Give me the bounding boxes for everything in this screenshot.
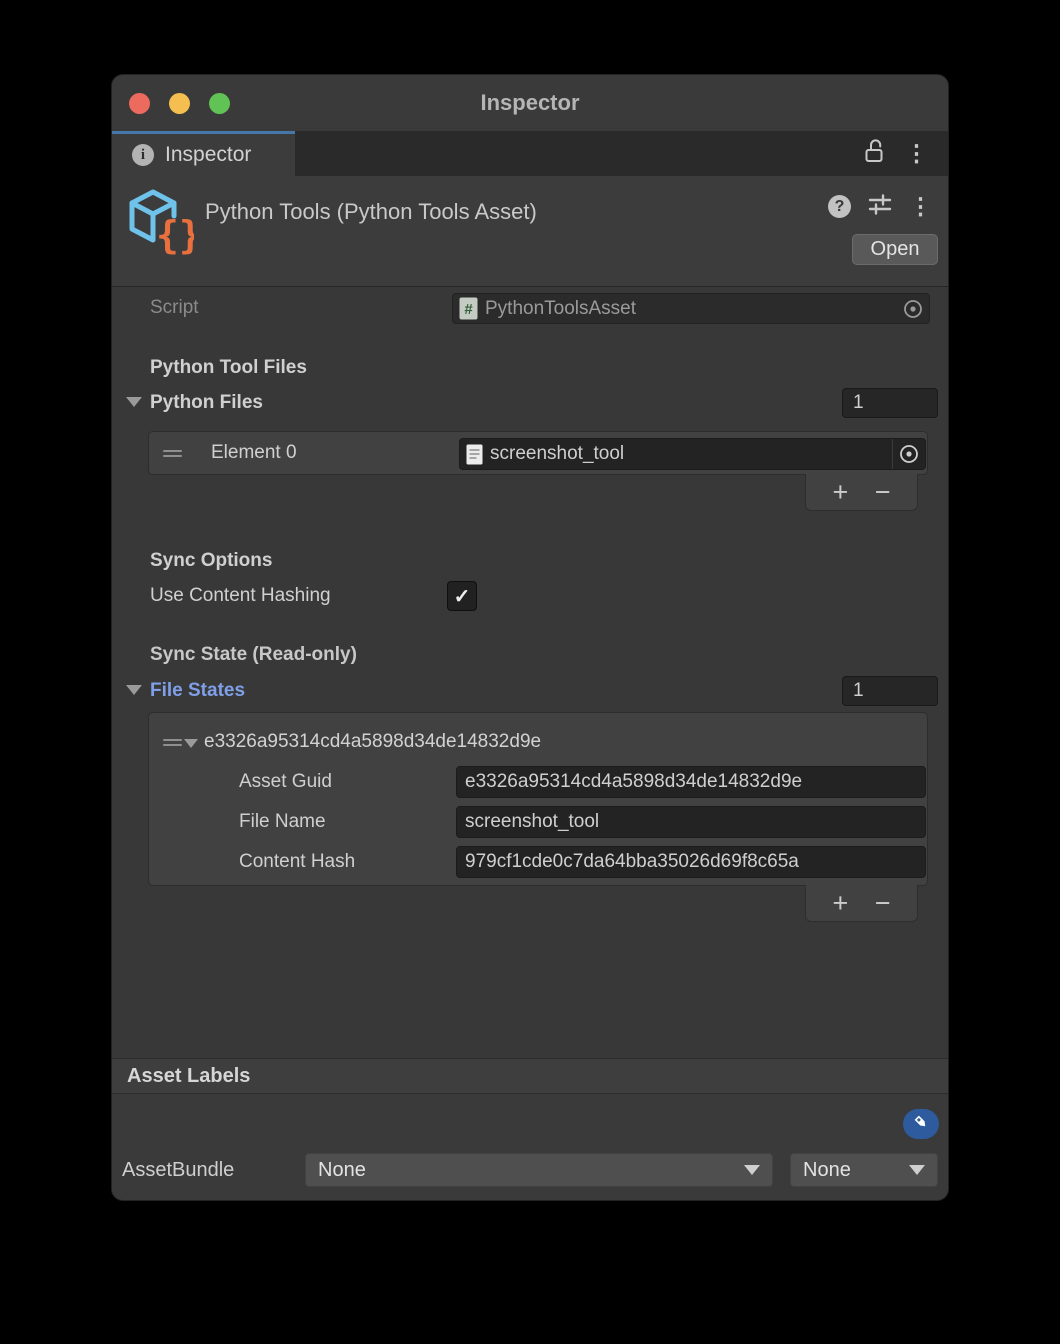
- tab-menu-kebab-icon[interactable]: ⋮: [905, 142, 928, 165]
- object-picker-icon[interactable]: [892, 439, 925, 469]
- file-state-header-row[interactable]: e3326a95314cd4a5898d34de14832d9e: [163, 731, 541, 753]
- file-state-guid-header: e3326a95314cd4a5898d34de14832d9e: [204, 731, 541, 753]
- script-label: Script: [150, 293, 199, 323]
- tab-label: Inspector: [165, 143, 251, 167]
- asset-guid-field[interactable]: e3326a95314cd4a5898d34de14832d9e: [456, 766, 926, 798]
- svg-text:#: #: [464, 301, 473, 318]
- presets-icon[interactable]: [868, 192, 892, 221]
- help-icon[interactable]: ?: [828, 195, 851, 218]
- inspector-window: Inspector i Inspector ⋮: [112, 75, 948, 1200]
- desktop: { "window": { "title": "Inspector" }, "t…: [0, 0, 1060, 1344]
- file-name-label: File Name: [239, 806, 326, 838]
- add-label-button[interactable]: [903, 1109, 939, 1139]
- file-states-foldout-icon[interactable]: [126, 685, 142, 695]
- info-icon: i: [132, 144, 154, 166]
- unlock-icon[interactable]: [863, 139, 885, 168]
- file-states-footer: + −: [805, 885, 918, 922]
- asset-guid-label: Asset Guid: [239, 766, 332, 798]
- tab-inspector[interactable]: i Inspector: [112, 131, 295, 176]
- assetbundle-label: AssetBundle: [122, 1153, 234, 1187]
- script-object-value: PythonToolsAsset: [485, 298, 636, 320]
- component-title: Python Tools (Python Tools Asset): [205, 199, 537, 225]
- script-object-field[interactable]: # PythonToolsAsset: [452, 293, 930, 324]
- component-header: {} Python Tools (Python Tools Asset) ? ⋮…: [112, 176, 948, 287]
- file-states-label[interactable]: File States: [150, 676, 245, 706]
- asset-labels-title: Asset Labels: [127, 1065, 250, 1088]
- use-content-hashing-label: Use Content Hashing: [150, 581, 331, 611]
- element-object-value: screenshot_tool: [490, 443, 624, 465]
- drag-handle-icon[interactable]: [163, 736, 182, 749]
- python-tool-files-section-title: Python Tool Files: [150, 353, 307, 383]
- content-hash-label: Content Hash: [239, 846, 355, 878]
- check-icon: ✓: [454, 584, 471, 609]
- list-item[interactable]: Element 0 screenshot_tool: [149, 432, 927, 474]
- use-content-hashing-checkbox[interactable]: ✓: [447, 581, 477, 611]
- object-picker-icon[interactable]: [897, 294, 929, 323]
- element-object-field[interactable]: screenshot_tool: [459, 438, 926, 470]
- assetbundle-value: None: [318, 1159, 366, 1182]
- remove-element-button[interactable]: −: [875, 479, 891, 506]
- drag-handle-icon[interactable]: [163, 447, 182, 460]
- add-file-state-button[interactable]: +: [832, 890, 848, 917]
- window-title: Inspector: [112, 75, 948, 131]
- asset-labels-footer: AssetBundle None None: [112, 1094, 948, 1200]
- element-label: Element 0: [211, 442, 297, 464]
- asset-labels-header: Asset Labels: [112, 1058, 948, 1094]
- list-footer: + −: [805, 474, 918, 511]
- sync-state-section-title: Sync State (Read-only): [150, 640, 357, 670]
- chevron-down-icon: [744, 1165, 760, 1175]
- python-files-label[interactable]: Python Files: [150, 388, 263, 418]
- component-menu-kebab-icon[interactable]: ⋮: [909, 195, 932, 218]
- text-asset-icon: [466, 444, 483, 465]
- remove-file-state-button[interactable]: −: [875, 890, 891, 917]
- assetbundle-variant-dropdown[interactable]: None: [790, 1153, 938, 1187]
- file-name-field[interactable]: screenshot_tool: [456, 806, 926, 838]
- entry-foldout-icon[interactable]: [184, 739, 198, 748]
- python-files-size-field[interactable]: 1: [842, 388, 938, 418]
- add-element-button[interactable]: +: [832, 479, 848, 506]
- titlebar[interactable]: Inspector: [112, 75, 948, 131]
- open-button[interactable]: Open: [852, 234, 938, 265]
- file-states-entry: e3326a95314cd4a5898d34de14832d9e Asset G…: [148, 712, 928, 886]
- chevron-down-icon: [909, 1165, 925, 1175]
- assetbundle-dropdown[interactable]: None: [305, 1153, 773, 1187]
- tab-bar: i Inspector ⋮: [112, 131, 948, 176]
- python-files-foldout-icon[interactable]: [126, 397, 142, 407]
- content-hash-field[interactable]: 979cf1cde0c7da64bba35026d69f8c65a: [456, 846, 926, 878]
- assetbundle-variant-value: None: [803, 1159, 851, 1182]
- python-tools-asset-icon: {}: [126, 186, 194, 263]
- python-files-list: Element 0 screenshot_tool: [148, 431, 928, 475]
- svg-text:{}: {}: [156, 213, 194, 257]
- tag-icon: [911, 1112, 931, 1137]
- sync-options-section-title: Sync Options: [150, 546, 272, 576]
- file-states-size-field[interactable]: 1: [842, 676, 938, 706]
- csharp-script-icon: #: [459, 297, 478, 320]
